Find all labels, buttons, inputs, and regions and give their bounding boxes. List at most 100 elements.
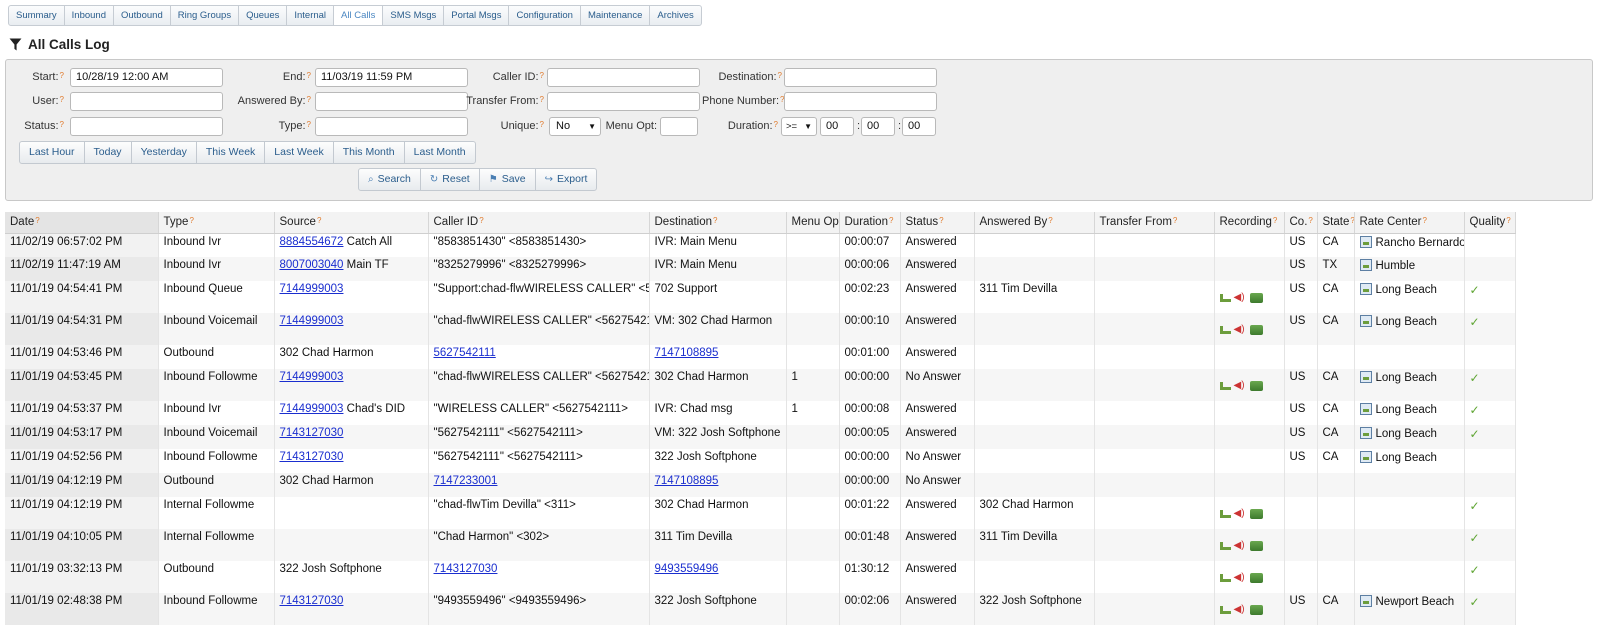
- tab-summary[interactable]: Summary: [9, 6, 65, 25]
- source-number-link[interactable]: 8884554672: [280, 236, 344, 248]
- map-image-icon[interactable]: [1359, 451, 1372, 463]
- table-row[interactable]: 11/01/19 03:32:13 PM Outbound 322 Josh Sof…: [5, 561, 1516, 593]
- download-icon[interactable]: [1219, 574, 1231, 582]
- quality-check-icon[interactable]: ✓: [1470, 595, 1480, 609]
- type-input[interactable]: [315, 117, 468, 136]
- quality-check-icon[interactable]: ✓: [1470, 403, 1480, 417]
- help-icon[interactable]: ?: [1308, 216, 1312, 225]
- forward-icon[interactable]: [1249, 509, 1263, 519]
- search-button[interactable]: ⌕ Search: [359, 169, 421, 190]
- tab-outbound[interactable]: Outbound: [114, 6, 171, 25]
- source-number-link[interactable]: 7144999003: [280, 315, 344, 327]
- speaker-icon[interactable]: ◀): [1234, 325, 1247, 335]
- column-header-answered-by[interactable]: Answered By?: [974, 212, 1095, 234]
- download-icon[interactable]: [1219, 542, 1231, 550]
- caller-id-link[interactable]: 7143127030: [434, 563, 498, 575]
- answered-by-input[interactable]: [315, 92, 468, 111]
- forward-icon[interactable]: [1249, 381, 1263, 391]
- table-row[interactable]: 11/01/19 04:53:46 PM Outbound 302 Chad Har…: [5, 345, 1516, 369]
- column-header-state[interactable]: State?: [1317, 212, 1355, 234]
- table-row[interactable]: 11/01/19 04:12:19 PM Outbound 302 Chad Har…: [5, 473, 1516, 497]
- destination-link[interactable]: 7147108895: [655, 475, 719, 487]
- range-last-hour-button[interactable]: Last Hour: [20, 142, 85, 163]
- range-this-month-button[interactable]: This Month: [334, 142, 405, 163]
- speaker-icon[interactable]: ◀): [1234, 573, 1247, 583]
- duration-operator-select[interactable]: >= ▼: [781, 117, 817, 136]
- table-row[interactable]: 11/01/19 02:48:38 PM Inbound Followme 7143…: [5, 593, 1516, 625]
- column-header-type[interactable]: Type?: [158, 212, 275, 234]
- forward-icon[interactable]: [1249, 293, 1263, 303]
- quality-check-icon[interactable]: ✓: [1470, 371, 1480, 385]
- table-row[interactable]: 11/01/19 04:54:41 PM Inbound Queue 7144999…: [5, 281, 1516, 313]
- help-icon[interactable]: ?: [1173, 216, 1177, 225]
- speaker-icon[interactable]: ◀): [1234, 541, 1247, 551]
- map-image-icon[interactable]: [1359, 315, 1372, 327]
- help-icon[interactable]: ?: [189, 216, 193, 225]
- help-icon[interactable]: ?: [889, 216, 893, 225]
- download-icon[interactable]: [1219, 382, 1231, 390]
- column-header-quality[interactable]: Quality?: [1464, 212, 1516, 234]
- speaker-icon[interactable]: ◀): [1234, 381, 1247, 391]
- help-icon[interactable]: ?: [479, 216, 483, 225]
- help-icon[interactable]: ?: [1350, 216, 1353, 225]
- help-icon[interactable]: ?: [1048, 216, 1052, 225]
- quality-check-icon[interactable]: ✓: [1470, 315, 1480, 329]
- forward-icon[interactable]: [1249, 541, 1263, 551]
- forward-icon[interactable]: [1249, 605, 1263, 615]
- table-row[interactable]: 11/02/19 11:47:19 AM Inbound Ivr 800700304…: [5, 257, 1516, 281]
- user-input[interactable]: [70, 92, 223, 111]
- save-button[interactable]: ⚑ Save: [480, 169, 536, 190]
- caller-id-link[interactable]: 7147233001: [434, 475, 498, 487]
- column-header-recording[interactable]: Recording?: [1214, 212, 1285, 234]
- help-icon[interactable]: ?: [939, 216, 943, 225]
- tab-maintenance[interactable]: Maintenance: [581, 6, 651, 25]
- start-date-input[interactable]: 10/28/19 12:00 AM: [70, 68, 223, 87]
- destination-input[interactable]: [784, 68, 937, 87]
- destination-link[interactable]: 7147108895: [655, 347, 719, 359]
- table-row[interactable]: 11/01/19 04:53:37 PM Inbound Ivr 714499900…: [5, 401, 1516, 425]
- column-header-status[interactable]: Status?: [900, 212, 975, 234]
- column-header-duration[interactable]: Duration?: [839, 212, 901, 234]
- quality-check-icon[interactable]: ✓: [1470, 427, 1480, 441]
- tab-configuration[interactable]: Configuration: [509, 6, 581, 25]
- menu-opt-input[interactable]: [660, 117, 698, 136]
- help-icon[interactable]: ?: [1273, 216, 1277, 225]
- quality-check-icon[interactable]: ✓: [1470, 531, 1480, 545]
- column-header-rate-center[interactable]: Rate Center?: [1354, 212, 1465, 234]
- help-icon[interactable]: ?: [1506, 216, 1510, 225]
- help-icon[interactable]: ?: [713, 216, 717, 225]
- range-last-week-button[interactable]: Last Week: [265, 142, 334, 163]
- map-image-icon[interactable]: [1359, 259, 1372, 271]
- map-image-icon[interactable]: [1359, 427, 1372, 439]
- duration-hours-input[interactable]: 00: [820, 117, 854, 136]
- table-row[interactable]: 11/01/19 04:54:31 PM Inbound Voicemail 714…: [5, 313, 1516, 345]
- forward-icon[interactable]: [1249, 325, 1263, 335]
- table-row[interactable]: 11/01/19 04:10:05 PM Internal Followme "Ch…: [5, 529, 1516, 561]
- tab-ring-groups[interactable]: Ring Groups: [171, 6, 240, 25]
- source-number-link[interactable]: 8007003040: [280, 259, 344, 271]
- column-header-transfer-from[interactable]: Transfer From?: [1094, 212, 1215, 234]
- download-icon[interactable]: [1219, 510, 1231, 518]
- range-this-week-button[interactable]: This Week: [197, 142, 266, 163]
- download-icon[interactable]: [1219, 294, 1231, 302]
- transfer-from-input[interactable]: [547, 92, 700, 111]
- source-number-link[interactable]: 7144999003: [280, 283, 344, 295]
- tab-archives[interactable]: Archives: [650, 6, 700, 25]
- tab-portal-msgs[interactable]: Portal Msgs: [444, 6, 510, 25]
- tab-sms-msgs[interactable]: SMS Msgs: [383, 6, 445, 25]
- map-image-icon[interactable]: [1359, 595, 1372, 607]
- source-number-link[interactable]: 7143127030: [280, 595, 344, 607]
- download-icon[interactable]: [1219, 606, 1231, 614]
- table-row[interactable]: 11/02/19 06:57:02 PM Inbound Ivr 888455467…: [5, 233, 1516, 257]
- source-number-link[interactable]: 7144999003: [280, 403, 344, 415]
- tab-internal[interactable]: Internal: [287, 6, 335, 25]
- speaker-icon[interactable]: ◀): [1234, 605, 1247, 615]
- forward-icon[interactable]: [1249, 573, 1263, 583]
- table-row[interactable]: 11/01/19 04:12:19 PM Internal Followme "ch…: [5, 497, 1516, 529]
- destination-link[interactable]: 9493559496: [655, 563, 719, 575]
- tab-queues[interactable]: Queues: [239, 6, 288, 25]
- column-header-date[interactable]: Date?: [5, 212, 159, 234]
- range-last-month-button[interactable]: Last Month: [405, 142, 475, 163]
- quality-check-icon[interactable]: ✓: [1470, 283, 1480, 297]
- column-header-menu-opt[interactable]: Menu Opt: [786, 212, 840, 234]
